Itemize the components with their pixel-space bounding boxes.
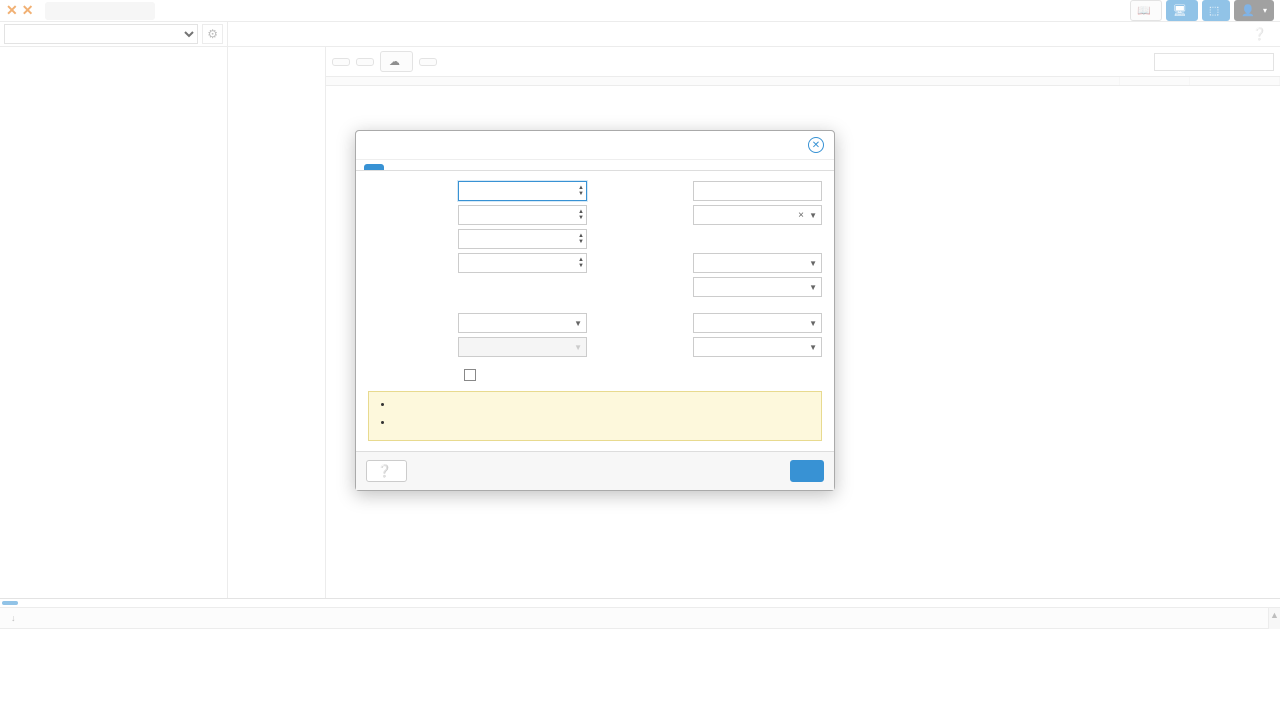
remove-button[interactable] (419, 58, 437, 66)
help-icon: ❔ (377, 464, 392, 478)
book-icon: 📖 (1137, 4, 1151, 17)
clear-icon[interactable]: × (798, 210, 804, 221)
tab-advanced[interactable] (388, 164, 408, 170)
logo: ✕ ✕ (6, 2, 39, 19)
format-select (458, 337, 587, 357)
live-import-checkbox[interactable] (464, 369, 476, 381)
help-button[interactable]: ❔ (1252, 27, 1270, 41)
memory-input[interactable] (458, 253, 587, 273)
close-icon[interactable]: ✕ (808, 137, 824, 153)
warning-item (394, 398, 811, 413)
sort-desc-icon: ↓ (11, 613, 16, 623)
spinner-icon[interactable]: ▲▼ (578, 233, 584, 245)
name-input[interactable] (693, 181, 822, 201)
view-selector: ⚙ (0, 22, 227, 47)
import-storage-select[interactable] (693, 337, 822, 357)
col-size[interactable] (1190, 77, 1280, 85)
vmid-input[interactable] (458, 181, 587, 201)
create-ct-button[interactable]: ⬚ (1202, 0, 1230, 21)
cube-icon: ⬚ (1209, 4, 1219, 17)
resource-tree (0, 47, 227, 598)
col-status[interactable] (1133, 608, 1268, 628)
gear-icon[interactable]: ⚙ (202, 24, 223, 44)
col-user[interactable] (277, 608, 377, 628)
logo-x-right: ✕ (22, 2, 34, 19)
task-panel: ↓ ▲ (0, 598, 1280, 629)
tab-resulting-config[interactable] (412, 164, 432, 170)
col-format[interactable] (1120, 77, 1190, 85)
create-vm-button[interactable]: 🖥 (1166, 0, 1198, 21)
cores-input[interactable] (458, 229, 587, 249)
scroll-up-icon: ▲ (1270, 608, 1279, 620)
storage-select[interactable] (458, 313, 587, 333)
dialog-tabs (356, 160, 834, 171)
help-icon: ❔ (1252, 27, 1267, 41)
breadcrumb: ❔ (228, 22, 1280, 47)
version-select[interactable] (693, 277, 822, 297)
documentation-button[interactable]: 📖 (1130, 0, 1162, 21)
col-desc[interactable] (377, 608, 1133, 628)
task-tabs (0, 599, 1280, 608)
col-name[interactable] (326, 77, 1120, 85)
cloud-icon: ☁ (389, 55, 400, 68)
scrollbar[interactable]: ▲ (1268, 608, 1280, 629)
logo-x-left: ✕ (6, 2, 18, 19)
global-search-input[interactable] (45, 2, 155, 20)
warnings-box (368, 391, 822, 441)
total-cores-value (693, 232, 703, 248)
user-menu-button[interactable]: 👤▾ (1234, 0, 1274, 21)
grid-search-input[interactable] (1154, 53, 1274, 71)
warning-item (394, 416, 811, 431)
bridge-select[interactable] (693, 313, 822, 333)
topbar: ✕ ✕ 📖 🖥 ⬚ 👤▾ (0, 0, 1280, 22)
sockets-input[interactable] (458, 205, 587, 225)
dialog-help-button[interactable]: ❔ (366, 460, 407, 482)
upload-button[interactable] (332, 58, 350, 66)
grid-header (326, 77, 1280, 86)
task-header: ↓ (0, 608, 1268, 629)
sidebar: ⚙ (0, 22, 228, 598)
user-icon: 👤 (1241, 4, 1255, 17)
tab-cluster-log[interactable] (20, 599, 40, 607)
col-start[interactable]: ↓ (0, 608, 105, 628)
toolbar: ☁ (326, 47, 1280, 77)
tab-tasks[interactable] (2, 601, 18, 605)
tab-general[interactable] (364, 164, 384, 170)
spinner-icon[interactable]: ▲▼ (578, 185, 584, 197)
spinner-icon[interactable]: ▲▼ (578, 209, 584, 221)
spinner-icon[interactable]: ▲▼ (578, 257, 584, 269)
os-select[interactable] (693, 253, 822, 273)
monitor-icon: 🖥 (1173, 4, 1187, 17)
download-url-button[interactable] (356, 58, 374, 66)
sub-nav (228, 47, 326, 598)
col-node[interactable] (207, 608, 277, 628)
import-button[interactable]: ☁ (380, 51, 413, 72)
view-select[interactable] (4, 24, 198, 44)
col-end[interactable] (105, 608, 207, 628)
dialog-import-button[interactable] (790, 460, 824, 482)
import-dialog: ✕ ▲▼ ▲▼ ×▼ ▲▼ ▲▼ ▼ ▼ ▼ ▼ (355, 130, 835, 491)
